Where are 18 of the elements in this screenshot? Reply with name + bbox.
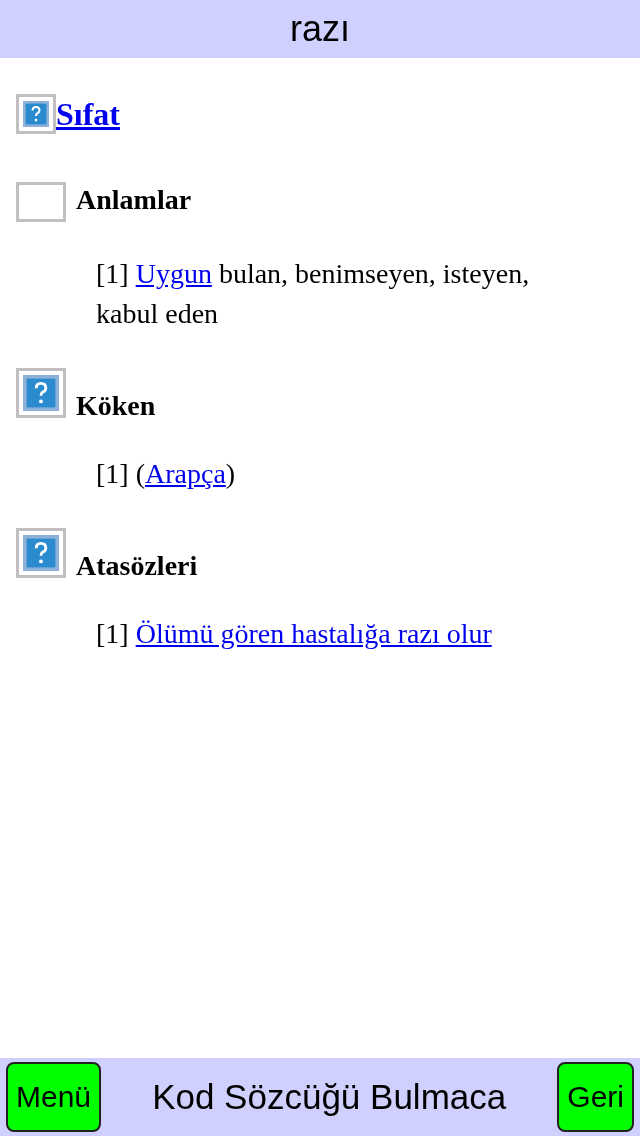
app-title: Kod Sözcüğü Bulmaca [152, 1077, 507, 1117]
entry-text: [1] Ölümü gören hastalığa razı olur [96, 617, 493, 651]
page-title: razı [290, 8, 350, 50]
back-button[interactable]: Geri [557, 1062, 634, 1132]
help-icon [16, 94, 56, 134]
section-heading: Köken [76, 390, 156, 422]
menu-button[interactable]: Menü [6, 1062, 102, 1132]
word-class-link[interactable]: Sıfat [56, 94, 120, 134]
section-heading: Anlamlar [76, 184, 192, 216]
entry-text: [1] (Arapça) [96, 457, 237, 491]
help-icon [16, 368, 66, 418]
entry-link[interactable]: Uygun [135, 258, 212, 289]
broken-image-icon [16, 182, 66, 222]
entry-link[interactable]: Ölümü gören hastalığa razı olur [135, 618, 492, 649]
help-icon [16, 528, 66, 578]
section-heading: Atasözleri [76, 550, 198, 582]
entry-link[interactable]: Arapça [145, 458, 226, 489]
entry-text: [1] Uygun bulan, benimseyen, isteyen, kabul eden [96, 257, 531, 331]
